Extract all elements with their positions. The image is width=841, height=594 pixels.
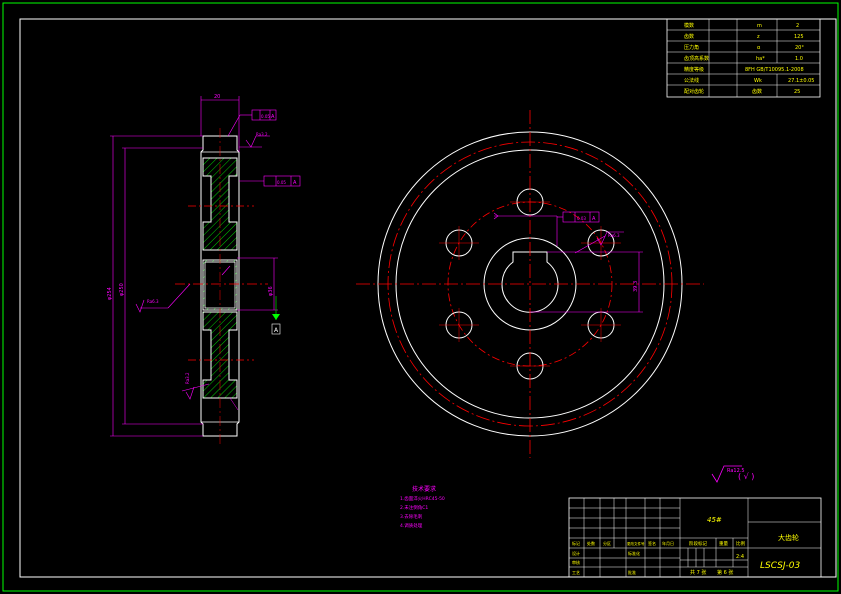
tech-notes-title: 技术要求 xyxy=(412,485,436,493)
tb-sheet-no: 第 6 张 xyxy=(717,569,733,576)
param-name-1: 齿数 xyxy=(684,33,694,40)
dia-outer-label: φ254 xyxy=(107,287,113,300)
tb-role-design: 设计 xyxy=(572,550,580,556)
general-rough-paren: ( √ ) xyxy=(738,472,754,481)
rough-left-label: Ra6.3 xyxy=(147,299,159,304)
param-val-0: 2 xyxy=(796,23,799,29)
dia-pitch-label: φ250 xyxy=(119,283,125,296)
tb-header-date: 年月日 xyxy=(662,540,674,546)
rough-front-label: Ra6.3 xyxy=(608,233,620,238)
tb-stage-mark: 阶段标记 xyxy=(689,540,707,547)
param-val-1: 125 xyxy=(794,34,804,40)
tol-front-datum: A xyxy=(592,216,596,222)
param-name-0: 模数 xyxy=(684,22,694,29)
tb-scale-value: 2:4 xyxy=(736,554,744,560)
bore-dim-label: φ36 xyxy=(268,286,274,296)
param-val-6: 25 xyxy=(794,89,800,95)
tech-note-line: 1.齿面淬火HRC45-50 xyxy=(400,495,445,502)
tb-role-process: 工艺 xyxy=(572,570,580,575)
tol-mid-datum: A xyxy=(293,180,297,186)
cad-drawing-canvas: 模数 m 2 齿数 z 125 压力角 α 20° 齿顶高系数 ha* 1.0 … xyxy=(0,0,841,594)
tb-sheets-total: 共 7 张 xyxy=(690,569,706,576)
material-label: 45# xyxy=(707,516,722,524)
tb-header-count: 处数 xyxy=(587,540,595,546)
tb-approve: 批准 xyxy=(628,569,636,575)
param-sym-0: m xyxy=(757,23,762,29)
param-name-5: 公法线 xyxy=(684,77,699,84)
drawing-number: LSCSJ-03 xyxy=(760,561,801,571)
rough-teeth-label: Ra3.2 xyxy=(185,372,190,384)
width-dim-label: 20 xyxy=(214,94,220,100)
param-sym-5: Wk xyxy=(754,78,762,84)
param-val-5: 27.1±0.05 xyxy=(788,78,814,84)
tol-front-value: 0.03 xyxy=(577,216,586,221)
tol-mid-value: 0.05 xyxy=(277,180,286,185)
part-name-label: 大齿轮 xyxy=(778,533,799,542)
tb-role-review: 审核 xyxy=(572,559,580,565)
param-name-3: 齿顶高系数 xyxy=(684,55,709,62)
tb-header-mark: 标记 xyxy=(572,540,580,546)
tol-top-datum: A xyxy=(271,114,275,120)
param-name-2: 压力角 xyxy=(684,44,699,51)
param-sym-6: 齿数 xyxy=(752,88,762,95)
tech-note-line: 3.去除毛刺 xyxy=(400,513,423,520)
keyway-dim-label: 39.3 xyxy=(633,281,639,292)
tb-scale: 比例 xyxy=(736,540,745,547)
param-name-6: 配对齿轮 xyxy=(684,88,704,95)
tb-weight: 重量 xyxy=(719,540,728,547)
param-val-4: 8FH GB/T10095.1-2008 xyxy=(745,67,804,73)
param-val-2: 20° xyxy=(795,45,804,51)
tb-header-change: 更改文件号 xyxy=(627,541,645,546)
tech-note-line: 4.调质处理 xyxy=(400,522,423,529)
tb-header-zone: 分区 xyxy=(603,540,611,546)
param-sym-3: ha* xyxy=(756,56,765,62)
param-sym-1: z xyxy=(757,34,760,40)
tol-top-value: 0.05 xyxy=(261,114,270,119)
param-val-3: 1.0 xyxy=(795,56,803,62)
tb-standardize: 标准化 xyxy=(628,550,640,556)
tb-header-sign: 签名 xyxy=(648,540,656,546)
param-name-4: 精度等级 xyxy=(684,66,704,73)
tech-note-line: 2.未注倒角C1 xyxy=(400,504,428,511)
